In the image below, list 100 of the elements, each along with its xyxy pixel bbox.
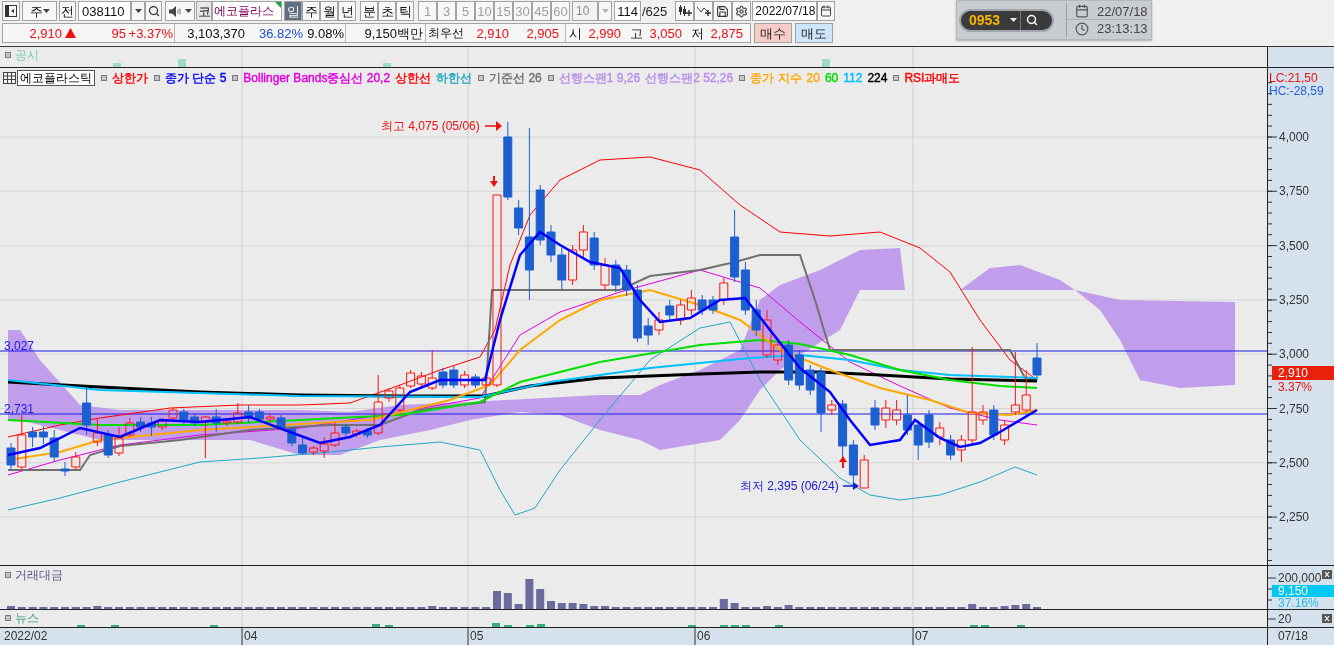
- calendar-icon: [1075, 4, 1089, 18]
- speaker-icon: [168, 5, 181, 17]
- filled-candlestick: [341, 423, 351, 437]
- period-tab[interactable]: 년: [338, 1, 356, 21]
- price-axis-label: 2,500: [1279, 456, 1310, 469]
- disclosure-bar: [178, 59, 186, 67]
- legend-label: 224: [867, 72, 888, 84]
- hollow-candlestick: [676, 299, 686, 326]
- screen-dropdown-button[interactable]: [1007, 10, 1021, 30]
- date-axis-label: 05: [470, 630, 484, 642]
- best-bid: 2,905: [525, 26, 559, 40]
- stock-name-field[interactable]: 에코플라스: [212, 1, 282, 21]
- low-price-note: 최저 2,395 (06/24): [740, 480, 839, 492]
- filled-candlestick: [244, 404, 254, 424]
- hollow-candlestick: [168, 407, 178, 422]
- hollow-candlestick: [578, 224, 588, 259]
- legend-label: 선행스팬2 52,26: [645, 72, 734, 84]
- last-change-label: 3.37%: [1278, 381, 1313, 393]
- save-icon: [716, 4, 730, 18]
- price-level-label: 2,731: [4, 403, 35, 415]
- filled-candlestick: [298, 436, 308, 456]
- lc-value: LC:21,50: [1269, 72, 1318, 84]
- right-arrow-icon: [485, 121, 502, 131]
- period-tab[interactable]: 월: [320, 1, 338, 21]
- down-arrow-icon: [490, 176, 498, 187]
- search-button[interactable]: [145, 1, 162, 21]
- close-icon[interactable]: [1322, 570, 1332, 579]
- sell-button[interactable]: 매도: [795, 23, 833, 43]
- pane-marker-icon: [5, 615, 11, 621]
- prev-button[interactable]: 전: [59, 1, 76, 21]
- filled-candlestick: [913, 419, 923, 461]
- table-icon[interactable]: [3, 72, 16, 84]
- legend-label: 60: [824, 72, 839, 84]
- period-tab[interactable]: 일: [284, 1, 302, 21]
- hollow-candlestick: [881, 399, 891, 429]
- corner-marker-icon: [275, 2, 281, 8]
- market-select[interactable]: 주: [22, 1, 57, 21]
- filled-candlestick: [82, 387, 92, 436]
- legend-marker-icon: [154, 75, 160, 81]
- stock-name-text: 에코플라스: [214, 5, 274, 17]
- filled-candlestick: [287, 426, 297, 447]
- time-text: 23:13:13: [1097, 22, 1148, 35]
- period-tab[interactable]: 초: [378, 1, 396, 21]
- price-axis-label: 2,250: [1279, 511, 1310, 524]
- legend-label: 종가 단순 5: [165, 72, 227, 84]
- screen-number[interactable]: 0953: [969, 13, 1007, 27]
- up-arrow-icon: [839, 456, 847, 468]
- hollow-candlestick: [686, 289, 696, 316]
- add-line-button[interactable]: [694, 1, 714, 21]
- pane-marker-icon: [5, 572, 11, 578]
- price-axis-label: 4,000: [1279, 131, 1310, 143]
- code-dropdown-button[interactable]: [131, 1, 145, 21]
- change-rate: +3.37%: [127, 26, 173, 40]
- ohlc-label: 고: [630, 26, 643, 40]
- legend-marker-icon: [739, 75, 746, 81]
- legend-marker-icon: [478, 75, 485, 81]
- date-axis-label: 04: [244, 630, 258, 642]
- tick-mark: [1268, 618, 1277, 620]
- stock-code-field[interactable]: 038110: [78, 1, 131, 21]
- bar-count-field[interactable]: 114: [614, 1, 641, 21]
- hollow-candlestick: [71, 451, 81, 471]
- add-candle-button[interactable]: [675, 1, 695, 21]
- pane-title: 공시: [15, 49, 39, 61]
- hollow-candlestick: [654, 311, 664, 336]
- disclosure-bar: [383, 63, 391, 67]
- date-field[interactable]: 2022/07/18: [752, 1, 818, 21]
- value-scale-drawing: [1268, 577, 1277, 601]
- ohlc-label: 저: [691, 26, 704, 40]
- tick-mark: [241, 628, 243, 645]
- period-tab[interactable]: 주: [302, 1, 320, 21]
- value-axis-label: 200,000: [1278, 572, 1322, 584]
- caret-icon: [601, 9, 609, 13]
- legend-label: RSI과매도: [904, 72, 961, 84]
- legend-marker-icon: [232, 75, 239, 81]
- save-button[interactable]: [713, 1, 733, 21]
- hollow-candlestick: [92, 417, 102, 447]
- caret-icon: [134, 9, 142, 13]
- filled-candlestick: [708, 295, 718, 315]
- date-axis-label: 06: [697, 630, 711, 642]
- buy-button[interactable]: 매수: [754, 23, 792, 43]
- stock-name-label: 에코플라스틱: [17, 70, 95, 86]
- legend-marker-icon: [547, 75, 554, 81]
- filled-candlestick: [1032, 342, 1042, 382]
- price-axis-label: 3,000: [1279, 348, 1310, 361]
- hollow-candlestick: [330, 421, 340, 448]
- tick-mark: [467, 628, 469, 645]
- panel-toggle-button[interactable]: [2, 1, 20, 21]
- market-badge[interactable]: 코: [196, 1, 212, 21]
- hollow-candlestick: [1000, 419, 1010, 446]
- settings-button[interactable]: [732, 1, 752, 21]
- period-tab[interactable]: 틱: [396, 1, 414, 21]
- price-axis-label: 2,750: [1279, 402, 1310, 415]
- calendar-button[interactable]: [817, 1, 836, 21]
- close-icon[interactable]: [1322, 614, 1332, 623]
- filled-candlestick: [870, 399, 880, 431]
- search-icon: [147, 5, 160, 17]
- filled-candlestick: [179, 408, 189, 425]
- period-tab[interactable]: 분: [360, 1, 378, 21]
- high-price-note: 최고 4,075 (05/06): [381, 120, 480, 132]
- speaker-button[interactable]: [165, 1, 195, 21]
